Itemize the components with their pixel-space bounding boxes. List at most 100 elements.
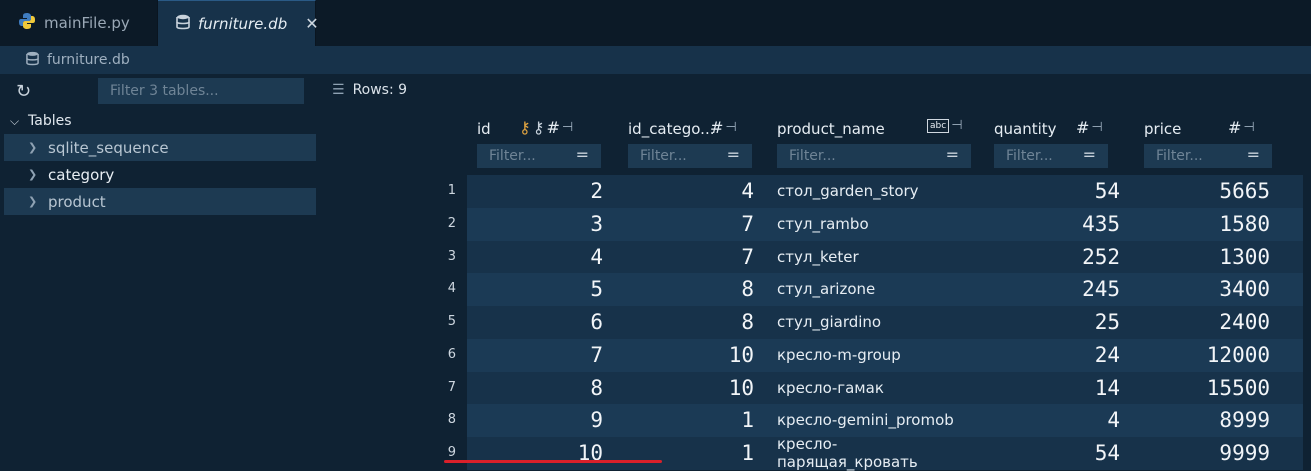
tree-root-tables[interactable]: ⌵ Tables bbox=[0, 108, 320, 134]
cell-price[interactable]: 15500 bbox=[1134, 372, 1270, 404]
cell-id-category[interactable]: 7 bbox=[618, 241, 754, 273]
cell-product-name[interactable]: стул_keter bbox=[767, 241, 977, 273]
cell-price[interactable]: 2400 bbox=[1134, 306, 1270, 338]
table-view: ☰ Rows: 9 id ⚷ ⚷ # ⊣ Filter... = id_cate… bbox=[320, 74, 1311, 471]
cell-price[interactable]: 1300 bbox=[1134, 241, 1270, 273]
table-row[interactable]: 2 3 7 стул_rambo 435 1580 bbox=[320, 207, 1311, 241]
cell-id-category[interactable]: 1 bbox=[618, 437, 754, 469]
pin-icon[interactable]: ⊣ bbox=[1243, 120, 1254, 135]
cell-price[interactable]: 3400 bbox=[1134, 273, 1270, 305]
cell-product-name[interactable]: кресло-парящая_кровать bbox=[767, 435, 977, 471]
cell-product-name[interactable]: кресло-гамак bbox=[767, 372, 977, 404]
sidebar-item-category[interactable]: ❯ category bbox=[4, 161, 316, 188]
table-row[interactable]: 7 8 10 кресло-гамак 14 15500 bbox=[320, 371, 1311, 405]
table-row[interactable]: 6 7 10 кресло-m-group 24 12000 bbox=[320, 338, 1311, 372]
cell-id[interactable]: 5 bbox=[467, 273, 603, 305]
rows-label: Rows: 9 bbox=[352, 82, 408, 98]
filter-input-quantity[interactable]: Filter... = bbox=[994, 144, 1108, 168]
pin-icon[interactable]: ⊣ bbox=[951, 118, 962, 133]
column-header-quantity[interactable]: quantity # ⊣ Filter... = bbox=[984, 118, 1124, 176]
filter-input-price[interactable]: Filter... = bbox=[1144, 144, 1272, 168]
table-row[interactable]: 5 6 8 стул_giardino 25 2400 bbox=[320, 306, 1311, 339]
filter-input-product-name[interactable]: Filter... = bbox=[777, 144, 971, 168]
row-number: 8 bbox=[447, 412, 456, 428]
pin-icon[interactable]: ⊣ bbox=[1091, 120, 1102, 135]
cell-product-name[interactable]: кресло-gemini_promob bbox=[767, 404, 977, 436]
cell-product-name[interactable]: кресло-m-group bbox=[767, 339, 977, 371]
cell-quantity[interactable]: 54 bbox=[984, 175, 1120, 207]
cell-id-category[interactable]: 10 bbox=[618, 339, 754, 371]
chevron-right-icon: ❯ bbox=[28, 168, 38, 181]
cell-id[interactable]: 2 bbox=[467, 175, 603, 207]
text-type-icon: abc bbox=[927, 118, 950, 133]
cell-product-name[interactable]: стул_giardino bbox=[767, 306, 977, 338]
cell-id-category[interactable]: 10 bbox=[618, 372, 754, 404]
column-header-id-category[interactable]: id_catego... # ⊣ Filter... = bbox=[618, 118, 758, 176]
filter-operator-icon[interactable]: = bbox=[1083, 145, 1096, 164]
cell-price[interactable]: 12000 bbox=[1134, 339, 1270, 371]
cell-id[interactable]: 3 bbox=[467, 208, 603, 240]
cell-price[interactable]: 1580 bbox=[1134, 208, 1270, 240]
column-header-price[interactable]: price # ⊣ Filter... = bbox=[1134, 118, 1284, 176]
data-grid: 1 2 4 стол_garden_story 54 5665 2 3 7 ст… bbox=[320, 175, 1311, 471]
table-row[interactable]: 3 4 7 стул_keter 252 1300 bbox=[320, 240, 1311, 274]
filter-operator-icon[interactable]: = bbox=[576, 145, 589, 164]
cell-price[interactable]: 8999 bbox=[1134, 404, 1270, 436]
refresh-icon[interactable]: ↻ bbox=[16, 81, 44, 102]
cell-product-name[interactable]: стол_garden_story bbox=[767, 175, 977, 207]
column-name: id_catego... bbox=[628, 120, 715, 138]
close-icon[interactable]: ✕ bbox=[305, 14, 318, 33]
cell-id-category[interactable]: 7 bbox=[618, 208, 754, 240]
cell-id-category[interactable]: 8 bbox=[618, 306, 754, 338]
table-row[interactable]: 4 5 8 стул_arizone 245 3400 bbox=[320, 273, 1311, 306]
tree-root-label: Tables bbox=[28, 113, 72, 129]
row-number: 3 bbox=[447, 248, 456, 264]
table-row[interactable]: 1 2 4 стол_garden_story 54 5665 bbox=[320, 175, 1311, 208]
filter-placeholder: Filter... bbox=[789, 148, 836, 164]
cell-quantity[interactable]: 54 bbox=[984, 437, 1120, 469]
cell-price[interactable]: 5665 bbox=[1134, 175, 1270, 207]
filter-operator-icon[interactable]: = bbox=[1247, 145, 1260, 164]
filter-operator-icon[interactable]: = bbox=[946, 145, 959, 164]
tab-mainfile[interactable]: mainFile.py bbox=[0, 0, 158, 46]
cell-quantity[interactable]: 435 bbox=[984, 208, 1120, 240]
cell-price[interactable]: 9999 bbox=[1134, 437, 1270, 469]
cell-quantity[interactable]: 14 bbox=[984, 372, 1120, 404]
cell-product-name[interactable]: стул_arizone bbox=[767, 273, 977, 305]
breadcrumb-label[interactable]: furniture.db bbox=[47, 52, 130, 68]
table-row[interactable]: 8 9 1 кресло-gemini_promob 4 8999 bbox=[320, 404, 1311, 437]
cell-quantity[interactable]: 25 bbox=[984, 306, 1120, 338]
table-row[interactable]: 9 10 1 кресло-парящая_кровать 54 9999 bbox=[320, 435, 1311, 471]
pin-icon[interactable]: ⊣ bbox=[725, 120, 736, 135]
cell-quantity[interactable]: 4 bbox=[984, 404, 1120, 436]
column-header-product-name[interactable]: product_name abc ⊣ Filter... = bbox=[767, 118, 977, 176]
cell-quantity[interactable]: 245 bbox=[984, 273, 1120, 305]
filter-operator-icon[interactable]: = bbox=[727, 145, 740, 164]
cell-id[interactable]: 7 bbox=[467, 339, 603, 371]
cell-product-name[interactable]: стул_rambo bbox=[767, 208, 977, 240]
sidebar-item-sqlite-sequence[interactable]: ❯ sqlite_sequence bbox=[4, 134, 316, 161]
cell-id[interactable]: 10 bbox=[467, 437, 603, 469]
filter-input-id-category[interactable]: Filter... = bbox=[628, 144, 752, 168]
filter-placeholder: Filter... bbox=[640, 148, 687, 164]
column-name: price bbox=[1144, 120, 1182, 138]
tab-label: mainFile.py bbox=[44, 14, 130, 32]
cell-quantity[interactable]: 24 bbox=[984, 339, 1120, 371]
cell-quantity[interactable]: 252 bbox=[984, 241, 1120, 273]
pin-icon[interactable]: ⊣ bbox=[562, 120, 573, 135]
tab-furniture-db[interactable]: furniture.db ✕ bbox=[158, 0, 319, 46]
chevron-right-icon: ❯ bbox=[28, 195, 38, 208]
filter-input-id[interactable]: Filter... = bbox=[477, 144, 601, 168]
sidebar-item-product[interactable]: ❯ product bbox=[4, 188, 316, 215]
cell-id-category[interactable]: 1 bbox=[618, 404, 754, 436]
cell-id-category[interactable]: 8 bbox=[618, 273, 754, 305]
cell-id[interactable]: 6 bbox=[467, 306, 603, 338]
column-header-id[interactable]: id ⚷ ⚷ # ⊣ Filter... = bbox=[467, 118, 607, 176]
cell-id[interactable]: 8 bbox=[467, 372, 603, 404]
column-headers: id ⚷ ⚷ # ⊣ Filter... = id_catego... # ⊣ … bbox=[320, 118, 1311, 176]
filter-tables-input[interactable] bbox=[98, 78, 304, 104]
cell-id[interactable]: 9 bbox=[467, 404, 603, 436]
sidebar: ↻ ⌵ Tables ❯ sqlite_sequence ❯ category … bbox=[0, 74, 320, 468]
cell-id[interactable]: 4 bbox=[467, 241, 603, 273]
cell-id-category[interactable]: 4 bbox=[618, 175, 754, 207]
